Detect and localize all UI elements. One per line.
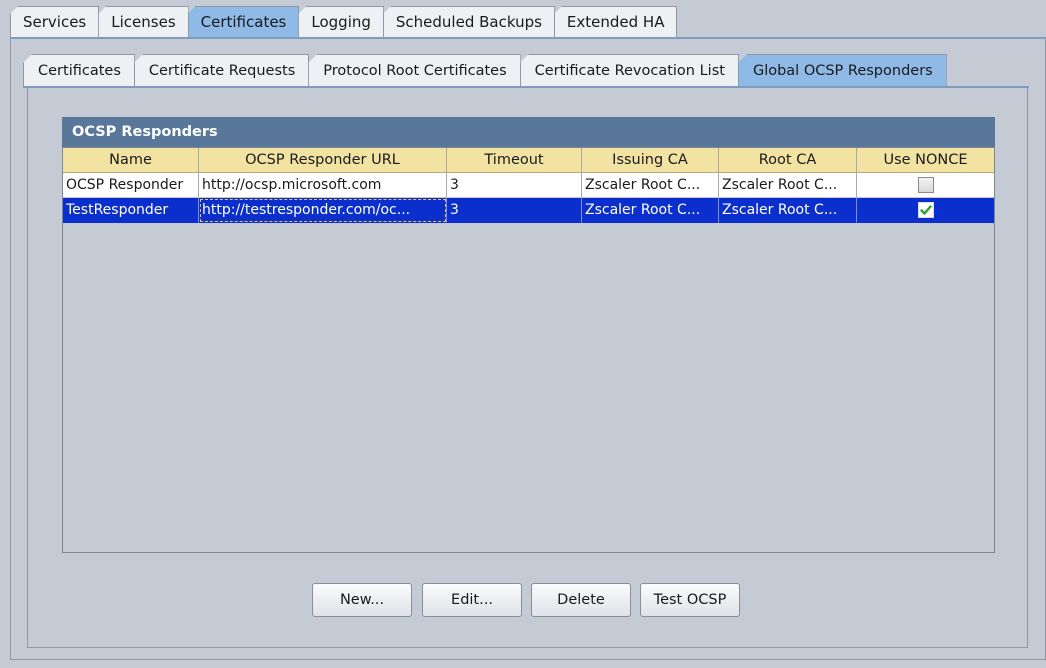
table-header-row: Name OCSP Responder URL Timeout Issuing …: [63, 148, 994, 173]
use-nonce-checkbox[interactable]: [917, 177, 934, 193]
cell-timeout: 3: [447, 173, 582, 198]
sub-tab-bar: Certificates Certificate Requests Protoc…: [23, 54, 947, 87]
cell-use-nonce: [857, 198, 994, 223]
column-header-issuing-ca[interactable]: Issuing CA: [582, 148, 719, 173]
tab-services[interactable]: Services: [10, 6, 100, 37]
cell-url: http://ocsp.microsoft.com: [199, 173, 447, 198]
cell-issuing-ca: Zscaler Root C...: [582, 198, 719, 223]
test-ocsp-button[interactable]: Test OCSP: [640, 583, 740, 617]
tab-certificates[interactable]: Certificates: [187, 6, 300, 37]
subtab-certificate-requests[interactable]: Certificate Requests: [133, 54, 310, 87]
delete-button[interactable]: Delete: [531, 583, 631, 617]
cell-name: TestResponder: [63, 198, 199, 223]
ocsp-responders-table[interactable]: Name OCSP Responder URL Timeout Issuing …: [62, 147, 995, 553]
cell-name: OCSP Responder: [63, 173, 199, 198]
tab-licenses[interactable]: Licenses: [98, 6, 189, 37]
column-header-url[interactable]: OCSP Responder URL: [199, 148, 447, 173]
subtab-certificates[interactable]: Certificates: [23, 54, 135, 87]
tab-logging[interactable]: Logging: [298, 6, 384, 37]
subtab-certificate-revocation-list[interactable]: Certificate Revocation List: [519, 54, 739, 87]
new-button[interactable]: New...: [312, 583, 412, 617]
subtab-protocol-root-certificates[interactable]: Protocol Root Certificates: [308, 54, 521, 87]
column-header-name[interactable]: Name: [63, 148, 199, 173]
cell-root-ca: Zscaler Root C...: [719, 198, 857, 223]
check-mark-icon: [919, 205, 932, 215]
use-nonce-checkbox[interactable]: [917, 202, 934, 218]
column-header-timeout[interactable]: Timeout: [447, 148, 582, 173]
group-title: OCSP Responders: [72, 124, 218, 140]
edit-button[interactable]: Edit...: [422, 583, 522, 617]
ocsp-responders-header: OCSP Responders: [62, 117, 995, 147]
top-tab-bar: Services Licenses Certificates Logging S…: [10, 6, 678, 37]
tab-scheduled-backups[interactable]: Scheduled Backups: [382, 6, 555, 37]
cell-use-nonce: [857, 173, 994, 198]
column-header-root-ca[interactable]: Root CA: [719, 148, 857, 173]
subtab-global-ocsp-responders[interactable]: Global OCSP Responders: [737, 54, 947, 87]
cell-issuing-ca: Zscaler Root C...: [582, 173, 719, 198]
table-row[interactable]: OCSP Responder http://ocsp.microsoft.com…: [63, 173, 994, 198]
column-header-use-nonce[interactable]: Use NONCE: [857, 148, 994, 173]
tab-extended-ha[interactable]: Extended HA: [553, 6, 678, 37]
cell-url: http://testresponder.com/oc...: [199, 198, 447, 223]
table-row[interactable]: TestResponder http://testresponder.com/o…: [63, 198, 994, 223]
cell-root-ca: Zscaler Root C...: [719, 173, 857, 198]
cell-timeout: 3: [447, 198, 582, 223]
